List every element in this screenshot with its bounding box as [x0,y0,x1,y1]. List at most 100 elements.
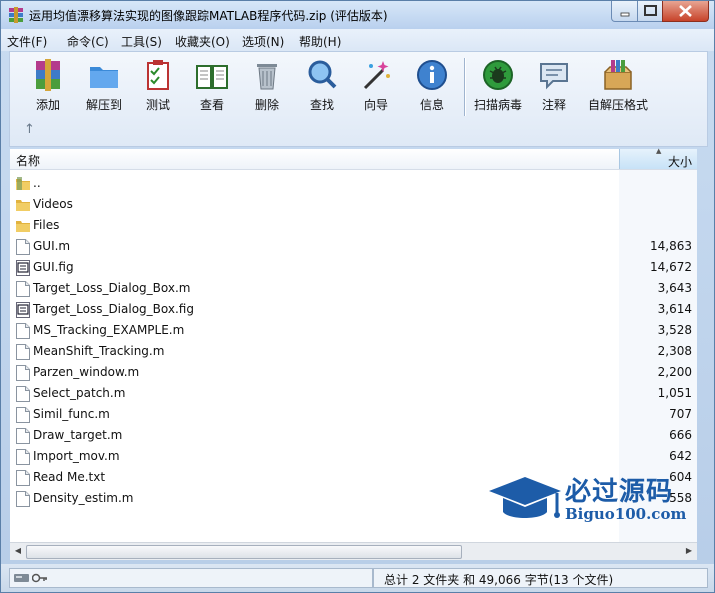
folder-icon [16,221,30,232]
file-icon [16,386,30,402]
graduation-cap-icon [489,477,561,518]
file-list-header: 名称 ▲ 大小 [10,147,697,170]
maximize-button[interactable] [637,1,664,22]
toolbar-separator [464,58,466,116]
delete-trash-icon [257,64,277,90]
file-name: GUI.fig [33,260,74,274]
fig-file-icon [16,260,30,276]
file-size: 642 [669,449,692,463]
drive-icon[interactable] [14,572,30,584]
comment-label: 注释 [541,98,566,112]
virus-scan-button[interactable]: 扫描病毒 [468,56,528,116]
test-button[interactable]: 测试 [132,56,184,116]
title-bar[interactable]: 运用均值漂移算法实现的图像跟踪MATLAB程序代码.zip (评估版本) [1,1,714,29]
sort-indicator-icon: ▲ [656,147,662,155]
add-label: 添加 [35,98,60,112]
status-right-panel: 总计 2 文件夹 和 49,066 字节(13 个文件) [373,568,708,588]
sfx-box-icon [604,60,632,90]
file-size: 2,308 [657,344,692,358]
file-name: MeanShift_Tracking.m [33,344,165,358]
file-row[interactable]: MS_Tracking_EXAMPLE.m 3,528 [10,320,697,341]
scrollbar-thumb[interactable] [26,545,462,559]
scroll-left-icon[interactable]: ◀ [12,545,24,557]
watermark-subtitle: Biguo100.com [565,505,687,523]
wizard-button[interactable]: 向导 [350,56,402,116]
test-label: 测试 [145,98,170,112]
extract-to-folder-icon [90,67,118,88]
up-folder-button[interactable]: ↑ [24,122,35,137]
wizard-wand-icon [363,61,390,90]
file-name: Density_estim.m [33,491,134,505]
file-icon [16,491,30,507]
file-name: MS_Tracking_EXAMPLE.m [33,323,185,337]
file-size: 707 [669,407,692,421]
column-size-header[interactable]: ▲ 大小 [619,147,697,169]
info-button[interactable]: 信息 [404,56,460,116]
file-row[interactable]: Videos [10,194,697,215]
file-row[interactable]: Files [10,215,697,236]
file-size: 3,614 [657,302,692,316]
window-title: 运用均值漂移算法实现的图像跟踪MATLAB程序代码.zip (评估版本) [29,9,388,23]
info-icon [417,60,447,90]
winrar-app-icon[interactable] [8,7,24,23]
maximize-icon [644,5,657,16]
menu-tools[interactable]: 工具(S) [121,33,162,50]
file-size: 666 [669,428,692,442]
minimize-button[interactable] [611,1,639,22]
horizontal-scrollbar[interactable]: ◀ ▶ [10,542,697,560]
file-row[interactable]: Import_mov.m 642 [10,446,697,467]
file-row[interactable]: .. [10,173,697,194]
file-row[interactable]: Target_Loss_Dialog_Box.m 3,643 [10,278,697,299]
close-icon [679,5,692,17]
file-row[interactable]: Select_patch.m 1,051 [10,383,697,404]
menu-bar: 文件(F) 命令(C) 工具(S) 收藏夹(O) 选项(N) 帮助(H) [1,29,714,51]
menu-options[interactable]: 选项(N) [242,33,284,50]
file-size: 14,672 [650,260,692,274]
close-button[interactable] [662,1,709,22]
menu-file[interactable]: 文件(F) [7,33,47,50]
sfx-label: 自解压格式 [587,98,648,112]
watermark-logo: 必过源码 Biguo100.com [487,471,687,531]
file-name: GUI.m [33,239,71,253]
virus-scan-icon [483,60,513,90]
delete-label: 删除 [254,98,279,112]
key-icon[interactable] [32,572,48,584]
toolbar: 添加 解压到 测试 查看 删除 查找 向导 信息 扫描病毒 注释 自解压格式 ↑ [9,51,708,147]
menu-help[interactable]: 帮助(H) [299,33,341,50]
find-button[interactable]: 查找 [296,56,348,116]
file-row[interactable]: GUI.m 14,863 [10,236,697,257]
menu-favorites[interactable]: 收藏夹(O) [175,33,230,50]
delete-button[interactable]: 删除 [240,56,294,116]
file-icon [16,281,30,297]
file-icon [16,449,30,465]
file-row[interactable]: Parzen_window.m 2,200 [10,362,697,383]
menu-command[interactable]: 命令(C) [67,33,109,50]
file-name: Parzen_window.m [33,365,140,379]
file-icon [16,365,30,381]
wizard-label: 向导 [363,98,388,112]
file-name: .. [33,176,41,190]
view-button[interactable]: 查看 [186,56,238,116]
file-name: Import_mov.m [33,449,120,463]
file-name: Select_patch.m [33,386,126,400]
scroll-right-icon[interactable]: ▶ [683,545,695,557]
sfx-button[interactable]: 自解压格式 [582,56,654,116]
add-button[interactable]: 添加 [20,56,76,116]
file-row[interactable]: Target_Loss_Dialog_Box.fig 3,614 [10,299,697,320]
file-name: Files [33,218,60,232]
file-row[interactable]: MeanShift_Tracking.m 2,308 [10,341,697,362]
parent-folder-icon [16,177,30,190]
file-size: 1,051 [657,386,692,400]
status-bar: 总计 2 文件夹 和 49,066 字节(13 个文件) [1,564,714,592]
comment-icon [540,63,568,90]
extract-to-button[interactable]: 解压到 [76,56,132,116]
column-size-label: 大小 [667,155,692,169]
find-label: 查找 [309,98,334,112]
status-summary: 总计 2 文件夹 和 49,066 字节(13 个文件) [384,573,614,587]
column-name-header[interactable]: 名称 [16,152,40,169]
file-row[interactable]: Simil_func.m 707 [10,404,697,425]
file-row[interactable]: Draw_target.m 666 [10,425,697,446]
comment-button[interactable]: 注释 [528,56,580,116]
file-row[interactable]: GUI.fig 14,672 [10,257,697,278]
file-name: Draw_target.m [33,428,123,442]
